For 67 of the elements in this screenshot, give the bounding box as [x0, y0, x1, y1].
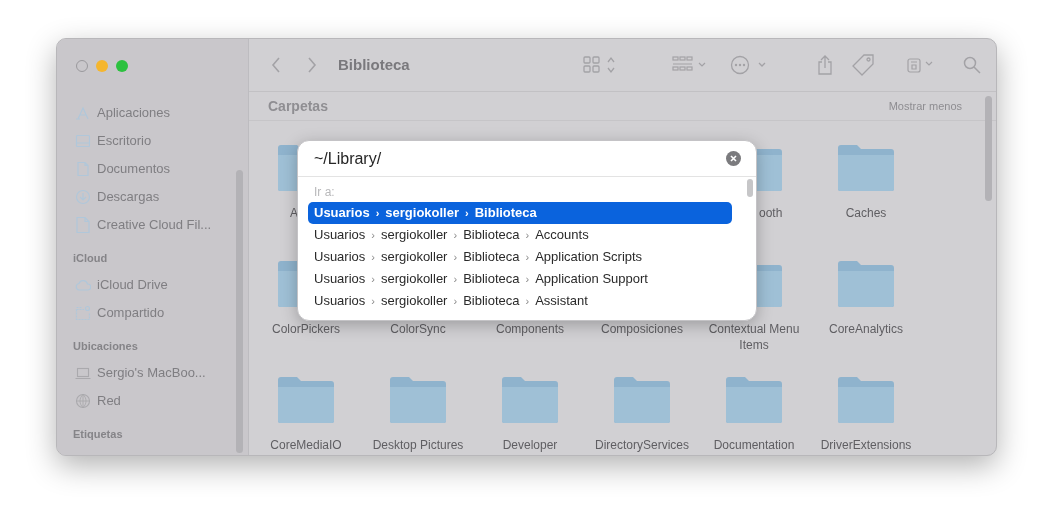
tag-icon[interactable]: [852, 54, 874, 76]
sidebar-item[interactable]: Documentos: [57, 155, 234, 183]
path-field[interactable]: ~/Library/: [314, 146, 726, 171]
folder-label: ooth: [759, 205, 783, 221]
folder-icon[interactable]: [500, 375, 560, 425]
apps-icon: [75, 105, 91, 121]
window-title: Biblioteca: [338, 54, 411, 75]
sidebar-item[interactable]: Compartido: [57, 299, 234, 327]
result-row[interactable]: Usuarios › sergiokoller › Biblioteca › Application Scripts: [308, 246, 732, 268]
drive-icon[interactable]: [907, 56, 935, 74]
folder-label: ColorSync: [389, 321, 447, 337]
folder-label: CoreMediaIO: [269, 437, 343, 453]
folder-label: DriverExtensions: [819, 437, 913, 453]
sidebar-item[interactable]: Aplicaciones: [57, 99, 234, 127]
shared-folder-icon: [75, 305, 91, 321]
folder-label: Desktop Pictures: [371, 437, 465, 453]
folder-label: A: [290, 205, 298, 221]
download-icon: [75, 189, 91, 205]
document-icon: [75, 161, 91, 177]
show-less-link[interactable]: Mostrar menos: [888, 97, 962, 115]
sidebar-item[interactable]: iCloud Drive: [57, 271, 234, 299]
folder-icon[interactable]: [724, 375, 784, 425]
file-icon: [75, 217, 91, 233]
folder-label: Contextual Menu Items: [707, 321, 801, 353]
sidebar-section-header: iCloud: [73, 250, 108, 266]
group-icon[interactable]: [672, 56, 708, 74]
zoom-button[interactable]: [116, 59, 128, 72]
clear-icon[interactable]: [726, 151, 741, 166]
folder-label: DirectoryServices: [594, 437, 690, 453]
folder-label: Composiciones: [599, 321, 684, 337]
result-row[interactable]: Usuarios › sergiokoller › Biblioteca › Application Support: [308, 268, 732, 290]
sidebar-item[interactable]: Creative Cloud Fil...: [57, 211, 234, 239]
laptop-icon: [75, 365, 91, 381]
share-icon[interactable]: [817, 55, 833, 75]
results-header: Ir a:: [313, 184, 336, 201]
folder-label: Developer: [501, 437, 559, 453]
folder-icon[interactable]: [388, 375, 448, 425]
globe-icon: [75, 393, 91, 409]
content-scrollbar[interactable]: [985, 96, 992, 201]
result-row[interactable]: Usuarios › sergiokoller › Biblioteca › Assistant: [308, 290, 732, 312]
folder-label: ColorPickers: [271, 321, 341, 337]
folder-label: Documentation: [712, 437, 796, 453]
folder-icon[interactable]: [276, 375, 336, 425]
minimize-button[interactable]: [96, 59, 108, 72]
more-icon[interactable]: [730, 55, 768, 75]
folder-icon[interactable]: [612, 375, 672, 425]
section-title: Carpetas: [268, 96, 328, 116]
sidebar-item[interactable]: Red: [57, 387, 234, 415]
result-row[interactable]: Usuarios › sergiokoller › Biblioteca: [308, 202, 732, 224]
cloud-icon: [75, 277, 91, 293]
sidebar-section-header: Etiquetas: [73, 426, 123, 442]
result-row[interactable]: Usuarios › sergiokoller › Biblioteca › Accounts: [308, 224, 732, 246]
folder-label: CoreAnalytics: [828, 321, 904, 337]
folder-icon[interactable]: [836, 143, 896, 193]
folder-icon[interactable]: [836, 375, 896, 425]
back-icon[interactable]: [271, 57, 281, 73]
desktop-icon: [75, 133, 91, 149]
results-scrollbar[interactable]: [747, 179, 753, 197]
folder-label: Components: [494, 321, 565, 337]
sidebar-item[interactable]: Descargas: [57, 183, 234, 211]
forward-icon[interactable]: [307, 57, 317, 73]
search-icon[interactable]: [963, 56, 981, 74]
sidebar-item[interactable]: Sergio's MacBoo...: [57, 359, 234, 387]
folder-icon[interactable]: [836, 259, 896, 309]
sidebar-section-header: Ubicaciones: [73, 338, 138, 354]
sidebar-item[interactable]: Escritorio: [57, 127, 234, 155]
folder-label: Caches: [844, 205, 888, 221]
